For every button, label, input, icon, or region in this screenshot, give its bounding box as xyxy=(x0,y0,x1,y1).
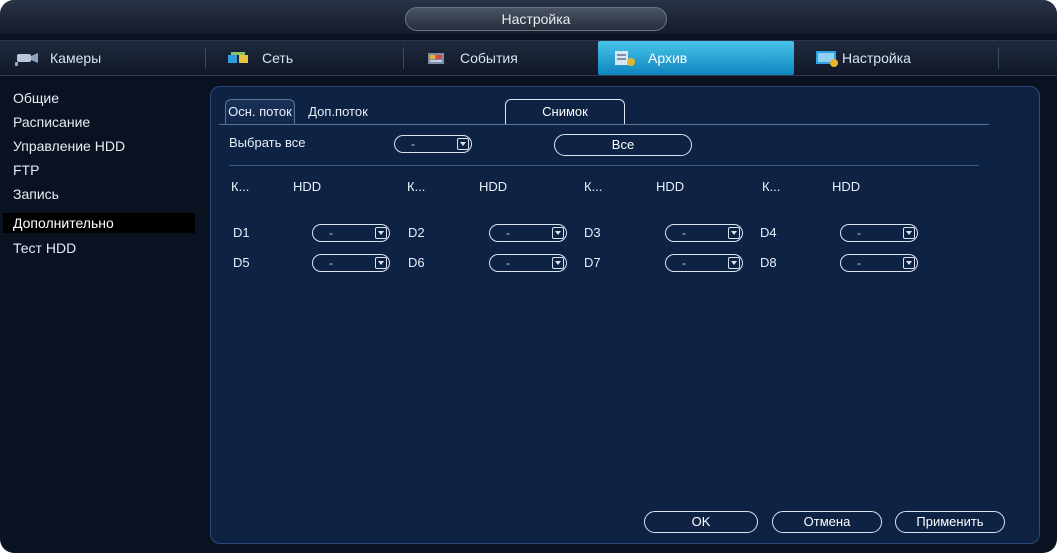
column-header-hdd: HDD xyxy=(656,179,685,194)
column-header-channel: К... xyxy=(407,179,426,194)
chevron-down-icon xyxy=(728,227,740,239)
channel-hdd-value: - xyxy=(506,226,510,240)
column-header-hdd: HDD xyxy=(832,179,861,194)
channel-label: D7 xyxy=(584,255,601,270)
content-panel: Осн. поток Доп.поток Снимок Выбрать все … xyxy=(210,86,1040,544)
tab-network[interactable]: Сеть xyxy=(212,41,402,75)
tab-separator xyxy=(205,47,206,69)
column-header-channel: К... xyxy=(584,179,603,194)
chevron-down-icon xyxy=(903,227,915,239)
sidebar-item-schedule[interactable]: Расписание xyxy=(11,112,90,132)
tab-main-stream[interactable]: Осн. поток xyxy=(225,99,295,125)
camera-icon xyxy=(14,49,40,67)
channel-hdd-select[interactable]: - xyxy=(489,224,567,242)
chevron-down-icon xyxy=(728,257,740,269)
column-header-hdd: HDD xyxy=(293,179,322,194)
main-tab-bar: Камеры Сеть События Архив Настройка xyxy=(0,40,1057,76)
tab-settings-label: Настройка xyxy=(842,50,911,66)
apply-button[interactable]: Применить xyxy=(895,511,1005,533)
channel-label: D8 xyxy=(760,255,777,270)
chevron-down-icon xyxy=(375,257,387,269)
tab-events-label: События xyxy=(460,50,518,66)
tab-separator xyxy=(998,47,999,69)
sidebar-item-general[interactable]: Общие xyxy=(11,88,59,108)
channel-hdd-select[interactable]: - xyxy=(665,224,743,242)
sidebar-item-ftp[interactable]: FTP xyxy=(11,160,39,180)
select-all-dropdown[interactable]: - xyxy=(394,135,472,153)
header-divider xyxy=(229,165,979,166)
channel-label: D1 xyxy=(233,225,250,240)
chevron-down-icon xyxy=(903,257,915,269)
channel-hdd-select[interactable]: - xyxy=(665,254,743,272)
column-header-hdd: HDD xyxy=(479,179,508,194)
channel-hdd-select[interactable]: - xyxy=(840,254,918,272)
sidebar-item-hdd-management[interactable]: Управление HDD xyxy=(11,136,125,156)
channel-label: D6 xyxy=(408,255,425,270)
column-header-channel: К... xyxy=(231,179,250,194)
title-bar: Настройка xyxy=(0,0,1057,34)
channel-label: D5 xyxy=(233,255,250,270)
tab-snapshot[interactable]: Снимок xyxy=(505,99,625,125)
tab-archive-label: Архив xyxy=(648,50,688,66)
channel-hdd-value: - xyxy=(682,226,686,240)
sidebar-item-advanced[interactable]: Дополнительно xyxy=(3,213,195,233)
settings-window: Настройка Камеры Сеть События Архив Наст… xyxy=(0,0,1057,553)
channel-hdd-select[interactable]: - xyxy=(312,254,390,272)
sidebar-item-record[interactable]: Запись xyxy=(11,184,59,204)
apply-all-button[interactable]: Все xyxy=(554,134,692,156)
tab-network-label: Сеть xyxy=(262,50,294,66)
tab-separator xyxy=(403,47,404,69)
cancel-button[interactable]: Отмена xyxy=(772,511,882,533)
column-header-channel: К... xyxy=(762,179,781,194)
network-icon xyxy=(226,49,252,67)
chevron-down-icon xyxy=(552,227,564,239)
subtab-underline xyxy=(219,124,989,125)
channel-hdd-value: - xyxy=(329,226,333,240)
tab-cameras-label: Камеры xyxy=(50,50,102,66)
settings-icon xyxy=(814,49,840,67)
sidebar: Общие Расписание Управление HDD FTP Запи… xyxy=(0,82,200,542)
channel-label: D4 xyxy=(760,225,777,240)
channel-hdd-value: - xyxy=(857,256,861,270)
channel-hdd-value: - xyxy=(857,226,861,240)
tab-settings[interactable]: Настройка xyxy=(800,41,995,75)
archive-icon xyxy=(612,49,638,67)
chevron-down-icon xyxy=(552,257,564,269)
chevron-down-icon xyxy=(457,138,469,150)
sidebar-item-hdd-test[interactable]: Тест HDD xyxy=(11,238,76,258)
channel-hdd-select[interactable]: - xyxy=(840,224,918,242)
select-all-value: - xyxy=(411,137,415,151)
channel-hdd-select[interactable]: - xyxy=(312,224,390,242)
tab-events[interactable]: События xyxy=(410,41,595,75)
tab-archive[interactable]: Архив xyxy=(598,41,794,75)
channel-hdd-value: - xyxy=(329,256,333,270)
channel-label: D3 xyxy=(584,225,601,240)
chevron-down-icon xyxy=(375,227,387,239)
events-icon xyxy=(424,49,450,67)
ok-button[interactable]: OK xyxy=(644,511,758,533)
tab-sub-stream[interactable]: Доп.поток xyxy=(300,99,376,125)
channel-hdd-select[interactable]: - xyxy=(489,254,567,272)
window-title: Настройка xyxy=(405,7,667,31)
select-all-label: Выбрать все xyxy=(229,135,306,150)
channel-label: D2 xyxy=(408,225,425,240)
channel-hdd-value: - xyxy=(682,256,686,270)
channel-hdd-value: - xyxy=(506,256,510,270)
tab-cameras[interactable]: Камеры xyxy=(0,41,200,75)
